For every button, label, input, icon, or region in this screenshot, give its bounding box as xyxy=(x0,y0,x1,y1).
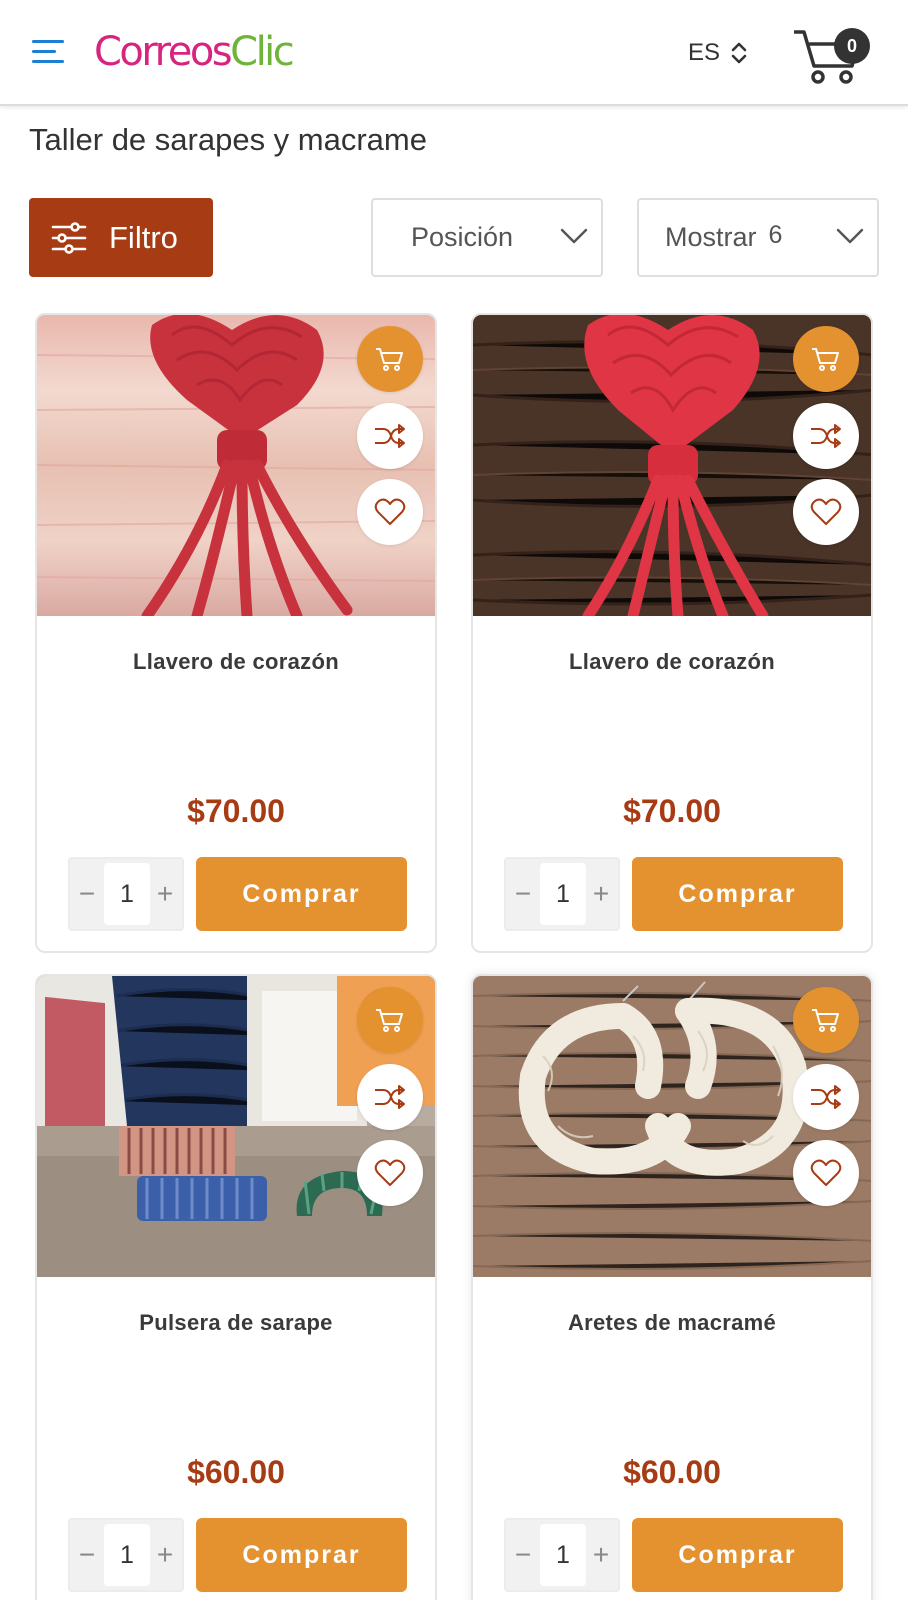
sort-select-value: Posición xyxy=(411,222,514,252)
product-card: Aretes de macramé $60.00 − 1 + Comprar xyxy=(471,974,873,1600)
wishlist-heart-icon[interactable] xyxy=(357,1140,423,1206)
show-count-value: 6 xyxy=(768,221,783,249)
buy-button[interactable]: Comprar xyxy=(632,1518,843,1592)
quantity-increment-button[interactable]: + xyxy=(584,859,618,929)
filter-label: Filtro xyxy=(109,219,178,255)
page-title: Taller de sarapes y macrame xyxy=(29,122,427,157)
wishlist-heart-icon[interactable] xyxy=(793,1140,859,1206)
language-selector[interactable]: ES xyxy=(688,36,748,70)
quantity-increment-button[interactable]: + xyxy=(148,859,182,929)
compare-shuffle-icon[interactable] xyxy=(793,1064,859,1130)
sliders-icon xyxy=(51,221,87,254)
quantity-increment-button[interactable]: + xyxy=(148,1520,182,1590)
quantity-stepper: − 1 + xyxy=(68,857,184,931)
quantity-input[interactable]: 1 xyxy=(540,1524,586,1586)
hamburger-menu-icon[interactable] xyxy=(32,36,70,66)
add-to-cart-icon[interactable] xyxy=(357,987,423,1053)
product-name[interactable]: Llavero de corazón xyxy=(473,649,871,675)
chevron-up-down-icon xyxy=(731,42,747,64)
product-price: $60.00 xyxy=(623,1454,721,1490)
product-price: $60.00 xyxy=(187,1454,285,1490)
buy-button[interactable]: Comprar xyxy=(632,857,843,931)
show-count-select[interactable]: Mostrar 6 xyxy=(637,198,879,277)
sort-select[interactable]: Posición xyxy=(371,198,603,277)
quantity-increment-button[interactable]: + xyxy=(584,1520,618,1590)
cart-count-badge: 0 xyxy=(834,28,870,64)
filter-button[interactable]: Filtro xyxy=(29,198,213,277)
product-name[interactable]: Aretes de macramé xyxy=(473,1310,871,1336)
buy-button[interactable]: Comprar xyxy=(196,1518,407,1592)
wishlist-heart-icon[interactable] xyxy=(357,479,423,545)
add-to-cart-icon[interactable] xyxy=(793,326,859,392)
product-price: $70.00 xyxy=(623,793,721,829)
correosclic-logo[interactable]: CorreosClic xyxy=(94,24,295,80)
quantity-decrement-button[interactable]: − xyxy=(70,859,104,929)
compare-shuffle-icon[interactable] xyxy=(357,1064,423,1130)
language-label: ES xyxy=(688,39,721,66)
chevron-down-icon xyxy=(836,228,864,244)
product-card: Llavero de corazón $70.00 − 1 + Comprar xyxy=(471,313,873,953)
quantity-input[interactable]: 1 xyxy=(104,1524,150,1586)
product-card: Llavero de corazón $70.00 − 1 + Comprar xyxy=(35,313,437,953)
top-header: CorreosClic ES 0 xyxy=(0,0,908,106)
show-label: Mostrar xyxy=(665,222,757,252)
add-to-cart-icon[interactable] xyxy=(357,326,423,392)
quantity-input[interactable]: 1 xyxy=(104,863,150,925)
buy-button[interactable]: Comprar xyxy=(196,857,407,931)
add-to-cart-icon[interactable] xyxy=(793,987,859,1053)
quantity-input[interactable]: 1 xyxy=(540,863,586,925)
compare-shuffle-icon[interactable] xyxy=(793,403,859,469)
product-price: $70.00 xyxy=(187,793,285,829)
quantity-decrement-button[interactable]: − xyxy=(70,1520,104,1590)
quantity-stepper: − 1 + xyxy=(68,1518,184,1592)
chevron-down-icon xyxy=(560,228,588,244)
quantity-stepper: − 1 + xyxy=(504,1518,620,1592)
compare-shuffle-icon[interactable] xyxy=(357,403,423,469)
quantity-decrement-button[interactable]: − xyxy=(506,859,540,929)
quantity-decrement-button[interactable]: − xyxy=(506,1520,540,1590)
product-name[interactable]: Pulsera de sarape xyxy=(37,1310,435,1336)
product-card: Pulsera de sarape $60.00 − 1 + Comprar xyxy=(35,974,437,1600)
product-name[interactable]: Llavero de corazón xyxy=(37,649,435,675)
quantity-stepper: − 1 + xyxy=(504,857,620,931)
wishlist-heart-icon[interactable] xyxy=(793,479,859,545)
